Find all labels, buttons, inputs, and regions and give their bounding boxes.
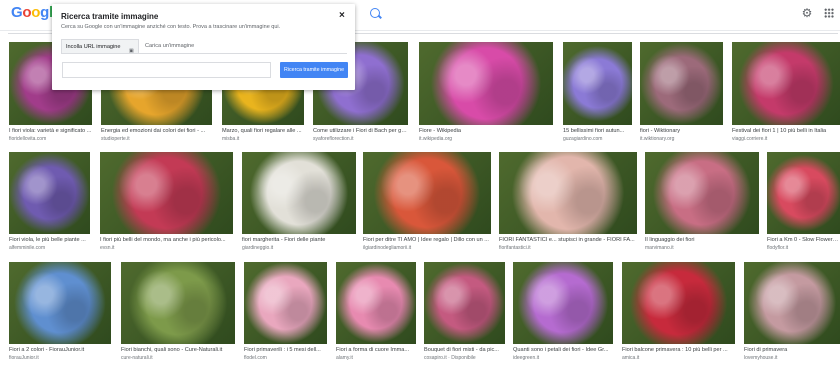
result-image[interactable] bbox=[499, 152, 637, 234]
result-image[interactable] bbox=[645, 152, 759, 234]
search-by-image-dialog: Ricerca tramite immagine Cerca su Google… bbox=[52, 4, 355, 90]
result-caption[interactable]: I fiori più belli del mondo, ma anche i … bbox=[100, 237, 233, 244]
result-source: studioperte.it bbox=[101, 136, 130, 142]
result-image[interactable] bbox=[336, 262, 416, 344]
result-image[interactable] bbox=[244, 262, 327, 344]
result-caption[interactable]: Fiore - Wikipedia bbox=[419, 128, 553, 135]
result-caption[interactable]: Il linguaggio dei fiori bbox=[645, 237, 759, 244]
result-source: misba.it bbox=[222, 136, 240, 142]
result-source: guzagiardino.com bbox=[563, 136, 603, 142]
result-caption[interactable]: I fiori viola: varietà e significato ... bbox=[9, 128, 92, 135]
result-caption[interactable]: fiori margherita - Fiori delle piante bbox=[242, 237, 356, 244]
result-caption[interactable]: fiori - Wiktionary bbox=[640, 128, 723, 135]
result-caption[interactable]: Festival dei fiori 1 | 10 più belli in I… bbox=[732, 128, 840, 135]
gear-icon[interactable]: ⚙ bbox=[801, 7, 813, 19]
result-source: it.wikipedia.org bbox=[419, 136, 453, 142]
result-source: cosapiro.it · Disponibile bbox=[424, 355, 476, 361]
result-caption[interactable]: Fiori per ditre TI AMO | Idee regalo | D… bbox=[363, 237, 491, 244]
logo-letter: o bbox=[22, 4, 32, 21]
logo-letter: g bbox=[40, 4, 49, 21]
result-caption[interactable]: Come utilizzare i Fiori di Bach per gest… bbox=[313, 128, 408, 135]
result-image[interactable] bbox=[363, 152, 491, 234]
result-caption[interactable]: Fiori bianchi, quali sono - Cure-Natural… bbox=[121, 347, 235, 354]
result-source: giardineggio.it bbox=[242, 245, 274, 251]
result-source: fiorifantastici.it bbox=[499, 245, 531, 251]
image-url-input[interactable] bbox=[62, 62, 271, 78]
result-caption[interactable]: Fiori di primavera bbox=[744, 347, 840, 354]
result-source: cure-naturali.it bbox=[121, 355, 153, 361]
result-caption[interactable]: Fiori primaverili : i 5 mesi dell... bbox=[244, 347, 327, 354]
result-image[interactable] bbox=[121, 262, 235, 344]
result-source: amica.it bbox=[622, 355, 640, 361]
result-source: viaggi.corriere.it bbox=[732, 136, 768, 142]
result-caption[interactable]: Fiori a forma di cuore Imma... bbox=[336, 347, 416, 354]
result-image[interactable] bbox=[767, 152, 840, 234]
result-source: alfemminile.com bbox=[9, 245, 46, 251]
result-image[interactable] bbox=[513, 262, 613, 344]
result-image[interactable] bbox=[100, 152, 233, 234]
result-source: evsn.it bbox=[100, 245, 115, 251]
search-icon[interactable] bbox=[370, 8, 380, 18]
tab-upload-image[interactable]: Carica un'immagine bbox=[145, 39, 194, 53]
logo-letter: G bbox=[11, 4, 23, 21]
result-source: ideegreen.it bbox=[513, 355, 540, 361]
result-image[interactable] bbox=[9, 262, 111, 344]
search-by-image-button[interactable]: Ricerca tramite immagine bbox=[280, 62, 348, 78]
result-caption[interactable]: Marzo, quali fiori regalare alle ... bbox=[222, 128, 304, 135]
result-caption[interactable]: Bouquet di fiori misti - da pic... bbox=[424, 347, 505, 354]
result-image[interactable] bbox=[242, 152, 356, 234]
result-caption[interactable]: Fiori balcone primavera : 10 più belli p… bbox=[622, 347, 735, 354]
result-source: marvimano.it bbox=[645, 245, 674, 251]
result-source: flodyflor.it bbox=[767, 245, 789, 251]
result-caption[interactable]: FIORI FANTASTICI e... stupisci in grande… bbox=[499, 237, 637, 244]
result-source: fiorauJunior.it bbox=[9, 355, 39, 361]
result-source: alamy.it bbox=[336, 355, 353, 361]
tab-paste-url[interactable]: Incolla URL immagine ▣ bbox=[61, 39, 139, 54]
result-caption[interactable]: Fiori a 2 colori - FiorauJunior.it bbox=[9, 347, 111, 354]
result-image[interactable] bbox=[424, 262, 505, 344]
result-source: flodel.com bbox=[244, 355, 267, 361]
result-image[interactable] bbox=[640, 42, 723, 125]
result-image[interactable] bbox=[744, 262, 840, 344]
result-caption[interactable]: Fiori a Km 0 - Slow Flowers | ... bbox=[767, 237, 840, 244]
result-image[interactable] bbox=[622, 262, 735, 344]
result-image[interactable] bbox=[563, 42, 632, 125]
tab-paste-url-label: Incolla URL immagine bbox=[66, 44, 121, 50]
result-source: syaforeflorection.it bbox=[313, 136, 354, 142]
result-source: fioridellovita.com bbox=[9, 136, 47, 142]
result-source: it.wiktionary.org bbox=[640, 136, 675, 142]
result-image[interactable] bbox=[9, 152, 90, 234]
close-icon[interactable]: × bbox=[339, 10, 345, 21]
dialog-subtitle: Cerca su Google con un'immagine anziché … bbox=[61, 24, 281, 30]
result-caption[interactable]: Fiori viola, le più belle piante ... bbox=[9, 237, 90, 244]
dialog-title: Ricerca tramite immagine bbox=[61, 12, 159, 21]
result-caption[interactable]: Quanti sono i petali dei fiori - Idee Gr… bbox=[513, 347, 613, 354]
result-caption[interactable]: 15 bellissimi fiori autun... bbox=[563, 128, 632, 135]
result-image[interactable] bbox=[732, 42, 840, 125]
camera-icon: ▣ bbox=[129, 48, 134, 54]
apps-icon[interactable] bbox=[824, 8, 834, 18]
logo-letter: o bbox=[31, 4, 41, 21]
dialog-tabs: Incolla URL immagine ▣ Carica un'immagin… bbox=[61, 39, 347, 54]
result-image[interactable] bbox=[419, 42, 553, 125]
result-source: lovemyhouse.it bbox=[744, 355, 778, 361]
result-source: ilgiardinodegliamorii.it bbox=[363, 245, 412, 251]
result-caption[interactable]: Energia ed emozioni dai colori dei fiori… bbox=[101, 128, 212, 135]
